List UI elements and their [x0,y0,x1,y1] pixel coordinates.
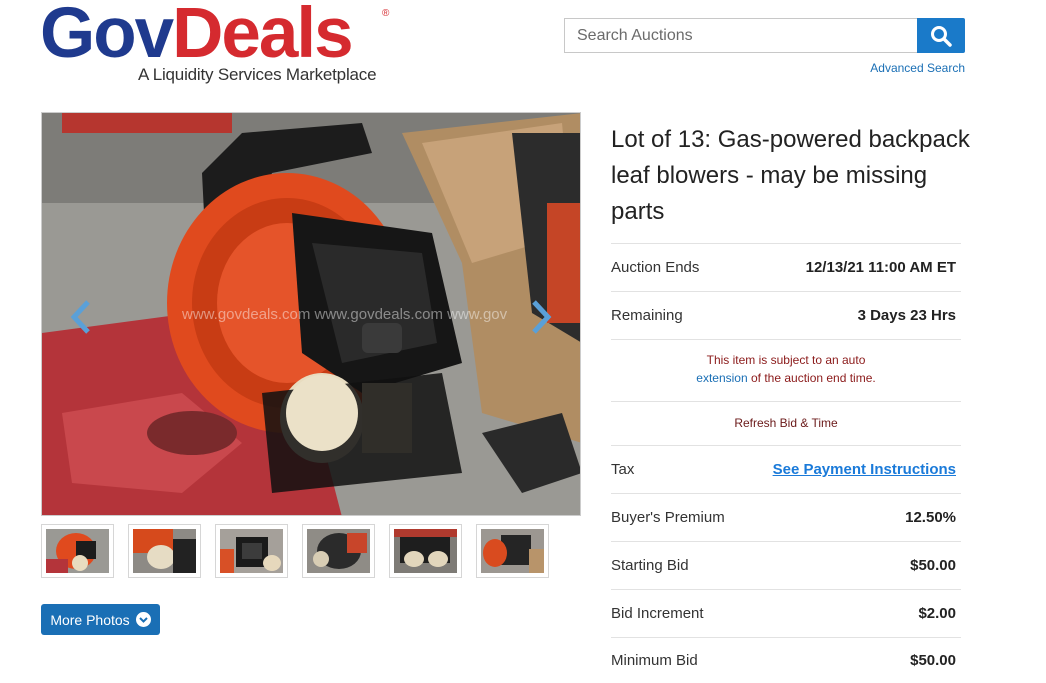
tax-row: Tax See Payment Instructions [611,445,961,493]
thumbnail-3[interactable] [215,524,288,578]
thumbnail-image [133,529,196,573]
advanced-search-link[interactable]: Advanced Search [870,61,965,75]
buyers-premium-row: Buyer's Premium 12.50% [611,493,961,541]
thumbnail-5[interactable] [389,524,462,578]
refresh-bid-time-button[interactable]: Refresh Bid & Time [611,401,961,445]
notice-line-2-text: of the auction end time. [750,371,876,385]
tax-label: Tax [611,461,635,478]
auction-ends-label: Auction Ends [611,259,700,276]
thumbnail-6[interactable] [476,524,549,578]
registered-mark-icon: ® [382,8,390,19]
minimum-bid-value: $50.00 [910,652,956,669]
notice-line-2: extension of the auction end time. [611,369,961,387]
more-photos-label: More Photos [50,611,130,628]
search-icon [931,25,952,47]
search-input[interactable] [564,18,917,53]
thumbnail-image [46,529,109,573]
lot-title: Lot of 13: Gas-powered backpack leaf blo… [611,126,970,225]
notice-line-1: This item is subject to an auto [706,353,866,367]
govdeals-logo[interactable]: GovDeals ® A Liquidity Services Marketpl… [40,0,400,92]
extension-link[interactable]: extension [696,371,747,385]
bid-increment-label: Bid Increment [611,605,704,622]
chevron-right-icon[interactable] [526,299,556,335]
thumbnail-image [481,529,544,573]
thumbnail-4[interactable] [302,524,375,578]
starting-bid-value: $50.00 [910,557,956,574]
logo-tagline: A Liquidity Services Marketplace [138,65,377,84]
thumbnail-2[interactable] [128,524,201,578]
bid-increment-row: Bid Increment $2.00 [611,589,961,637]
payment-instructions-link[interactable]: See Payment Instructions [773,461,956,478]
thumbnail-image [394,529,457,573]
starting-bid-label: Starting Bid [611,557,689,574]
remaining-row: Remaining 3 Days 23 Hrs [611,291,961,339]
thumbnail-image [220,529,283,573]
search-bar [564,18,965,53]
minimum-bid-row: Minimum Bid $50.00 [611,637,961,683]
leaf-blower-photo: www.govdeals.com www.govdeals.com www.go… [42,113,580,515]
thumbnail-1[interactable] [41,524,114,578]
buyers-premium-value: 12.50% [905,509,956,526]
remaining-value: 3 Days 23 Hrs [857,307,956,324]
main-photo[interactable]: www.govdeals.com www.govdeals.com www.go… [41,112,581,516]
buyers-premium-label: Buyer's Premium [611,509,725,526]
remaining-label: Remaining [611,307,683,324]
auction-ends-value: 12/13/21 11:00 AM ET [805,259,956,276]
logo-gov-text: Gov [40,0,174,73]
more-photos-button[interactable]: More Photos [41,604,160,635]
bid-increment-value: $2.00 [918,605,956,622]
chevron-left-icon[interactable] [66,299,96,335]
search-button[interactable] [917,18,965,53]
auto-extension-notice: This item is subject to an auto extensio… [611,339,961,401]
starting-bid-row: Starting Bid $50.00 [611,541,961,589]
thumbnail-image [307,529,370,573]
circle-chevron-down-icon [135,612,151,627]
photo-watermark: www.govdeals.com www.govdeals.com www.go… [181,306,508,323]
auction-ends-row: Auction Ends 12/13/21 11:00 AM ET [611,243,961,291]
minimum-bid-label: Minimum Bid [611,652,698,669]
logo-deals-text: Deals [172,0,353,73]
